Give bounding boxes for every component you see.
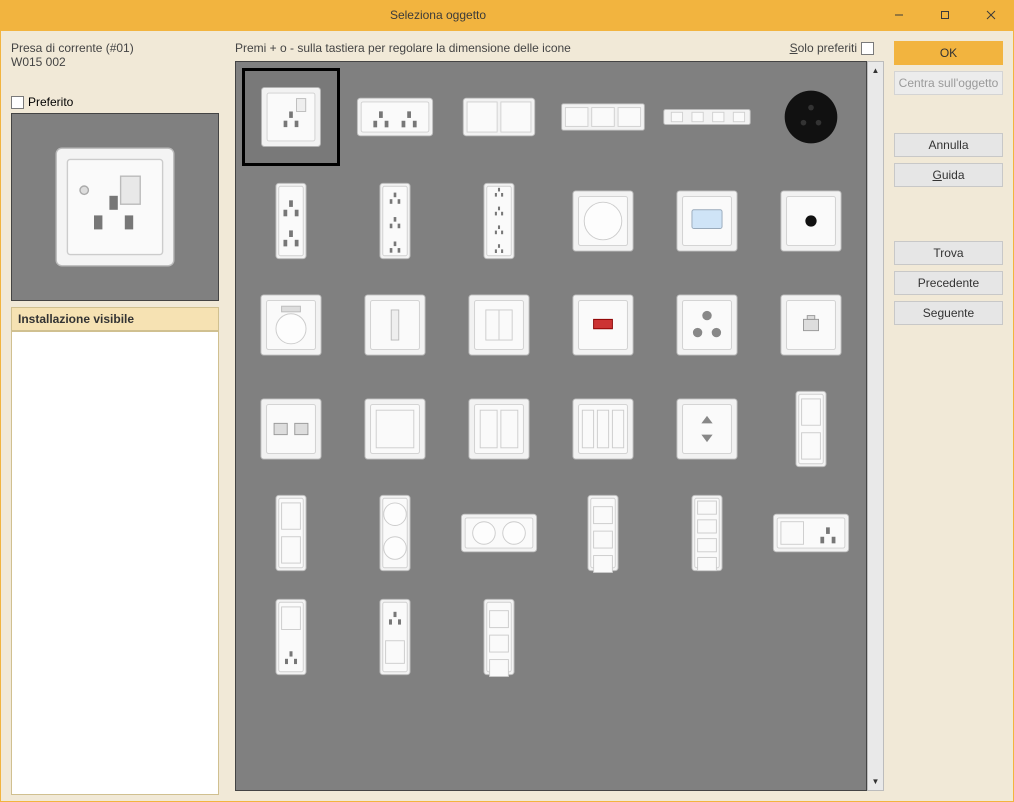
thumbnail-switch-single[interactable] xyxy=(346,276,444,374)
grid-wrap: ▲ ▼ xyxy=(235,61,884,791)
cancel-button[interactable]: Annulla xyxy=(894,133,1003,157)
thumbnail-dimmer-pair[interactable] xyxy=(346,484,444,582)
thumbnail-thermostat-dial[interactable] xyxy=(242,276,340,374)
thumbnail-blind-updown[interactable] xyxy=(658,380,756,478)
thumbnail-socket-switch-2v[interactable] xyxy=(242,588,340,686)
thumbnail-frame-4v[interactable] xyxy=(658,484,756,582)
object-code: W015 002 xyxy=(11,55,219,69)
titlebar: Seleziona oggetto xyxy=(0,0,1014,30)
thumbnail-rocker-1[interactable] xyxy=(346,380,444,478)
window-title: Seleziona oggetto xyxy=(0,8,876,22)
center-on-object-button[interactable]: Centra sull'oggetto xyxy=(894,71,1003,95)
thumbnail-switch-rocker-pair[interactable] xyxy=(242,484,340,582)
center-panel: Premi + o - sulla tastiera per regolare … xyxy=(225,31,884,801)
category-row[interactable]: Installazione visibile xyxy=(11,307,219,331)
thumbnail-dimmer-2gang[interactable] xyxy=(450,484,548,582)
thumbnail-frame-3v[interactable] xyxy=(554,484,652,582)
thumbnail-display-panel[interactable] xyxy=(658,172,756,270)
thumbnail-socket-3v[interactable] xyxy=(346,172,444,270)
left-panel: Presa di corrente (#01) W015 002 Preferi… xyxy=(1,31,225,801)
zoom-hint: Premi + o - sulla tastiera per regolare … xyxy=(235,41,790,55)
thumbnail-socket-quad-strip[interactable] xyxy=(658,68,756,166)
thumbnail-rocker-2[interactable] xyxy=(450,380,548,478)
category-list[interactable] xyxy=(11,331,219,795)
thumbnail-dimmer-round[interactable] xyxy=(554,172,652,270)
thumbnail-socket-double[interactable] xyxy=(450,68,548,166)
scroll-down-icon[interactable]: ▼ xyxy=(868,773,883,790)
thumbnail-rj45[interactable] xyxy=(762,276,860,374)
thumbnail-red-indicator[interactable] xyxy=(554,276,652,374)
next-button[interactable]: Seguente xyxy=(894,301,1003,325)
thumbnail-blind-switch[interactable] xyxy=(450,276,548,374)
thumbnail-rocker-3[interactable] xyxy=(554,380,652,478)
favorites-only-label: Solo preferiti xyxy=(790,41,857,55)
favorite-checkbox[interactable] xyxy=(11,96,24,109)
ok-button[interactable]: OK xyxy=(894,41,1003,65)
thumbnail-socket-triple[interactable] xyxy=(554,68,652,166)
scroll-up-icon[interactable]: ▲ xyxy=(868,62,883,79)
object-name: Presa di corrente (#01) xyxy=(11,41,219,55)
thumbnail-switch-vertical-2[interactable] xyxy=(762,380,860,478)
find-button[interactable]: Trova xyxy=(894,241,1003,265)
minimize-button[interactable] xyxy=(876,0,922,30)
favorites-only-checkbox[interactable] xyxy=(861,42,874,55)
thumbnail-ir-sensor[interactable] xyxy=(762,172,860,270)
thumbnail-socket-2v[interactable] xyxy=(242,172,340,270)
prev-button[interactable]: Precedente xyxy=(894,271,1003,295)
thumbnail-socket-switch-2v-b[interactable] xyxy=(346,588,444,686)
thumbnail-combo-socket-switch[interactable] xyxy=(762,484,860,582)
scrollbar[interactable]: ▲ ▼ xyxy=(867,61,884,791)
thumbnail-socket-4v[interactable] xyxy=(450,172,548,270)
thumbnail-frame-3v-b[interactable] xyxy=(450,588,548,686)
thumbnail-rj45-double[interactable] xyxy=(242,380,340,478)
thumbnail-socket-2-wide[interactable] xyxy=(346,68,444,166)
right-panel: OK Centra sull'oggetto Annulla Guida Tro… xyxy=(884,31,1013,801)
close-button[interactable] xyxy=(968,0,1014,30)
category-label: Installazione visibile xyxy=(18,312,134,326)
thumbnail-round-socket-black[interactable] xyxy=(762,68,860,166)
preview-pane xyxy=(11,113,219,301)
favorites-only-row: Solo preferiti xyxy=(790,41,874,55)
maximize-button[interactable] xyxy=(922,0,968,30)
favorite-label: Preferito xyxy=(28,95,73,109)
center-header: Premi + o - sulla tastiera per regolare … xyxy=(235,41,884,55)
content: Presa di corrente (#01) W015 002 Preferi… xyxy=(0,30,1014,802)
thumbnail-socket-1[interactable] xyxy=(242,68,340,166)
favorite-row: Preferito xyxy=(11,95,219,109)
help-button[interactable]: Guida xyxy=(894,163,1003,187)
icon-grid[interactable] xyxy=(235,61,867,791)
thumbnail-tv-sat[interactable] xyxy=(658,276,756,374)
